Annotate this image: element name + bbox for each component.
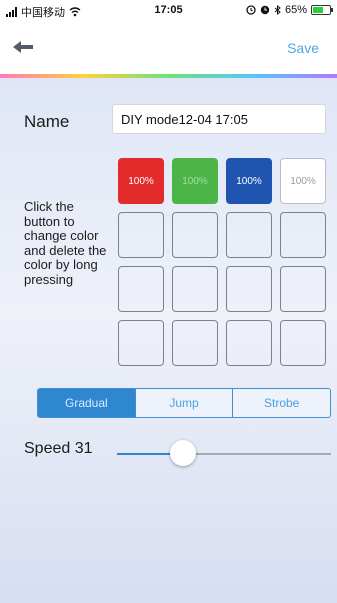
status-right: 65% <box>246 4 333 16</box>
save-button[interactable]: Save <box>287 40 319 56</box>
battery-percent: 65% <box>284 4 307 16</box>
empty-color-slot[interactable] <box>280 266 326 312</box>
diy-mode-editor: Name DIY mode12-04 17:05 Click the butto… <box>0 78 337 603</box>
color-swatch-button[interactable]: 100% <box>226 158 272 204</box>
mode-gradual-tab[interactable]: Gradual <box>38 389 135 417</box>
back-arrow-icon[interactable] <box>10 36 36 58</box>
instruction-text: Click the button to change color and del… <box>24 199 107 287</box>
mode-selector: Gradual Jump Strobe <box>37 388 331 418</box>
empty-color-slot[interactable] <box>226 212 272 258</box>
color-swatch-button[interactable]: 100% <box>280 158 326 204</box>
empty-color-slot[interactable] <box>172 266 218 312</box>
bluetooth-icon <box>274 5 281 15</box>
speed-label: Speed 31 <box>24 440 93 457</box>
color-grid: 100% 100% 100% 100% <box>118 158 326 368</box>
battery-fill <box>313 7 323 13</box>
battery-icon <box>311 5 333 15</box>
mode-strobe-tab[interactable]: Strobe <box>232 389 330 417</box>
color-swatch-button[interactable]: 100% <box>118 158 164 204</box>
empty-color-slot[interactable] <box>118 212 164 258</box>
empty-color-slot[interactable] <box>226 320 272 366</box>
speed-slider[interactable] <box>117 440 331 466</box>
color-swatch-button[interactable]: 100% <box>172 158 218 204</box>
navigation-bar: Save <box>0 22 337 74</box>
empty-color-slot[interactable] <box>118 266 164 312</box>
empty-color-slot[interactable] <box>226 266 272 312</box>
mode-jump-tab[interactable]: Jump <box>134 389 233 417</box>
empty-color-slot[interactable] <box>280 212 326 258</box>
name-label: Name <box>24 112 70 131</box>
status-bar: 中国移动 17:05 65% <box>0 0 337 22</box>
empty-color-slot[interactable] <box>172 212 218 258</box>
empty-color-slot[interactable] <box>172 320 218 366</box>
name-input[interactable]: DIY mode12-04 17:05 <box>112 104 326 134</box>
clock-icon <box>260 5 270 15</box>
slider-thumb[interactable] <box>170 440 197 466</box>
empty-color-slot[interactable] <box>280 320 326 366</box>
alarm-icon <box>246 5 256 15</box>
empty-color-slot[interactable] <box>118 320 164 366</box>
